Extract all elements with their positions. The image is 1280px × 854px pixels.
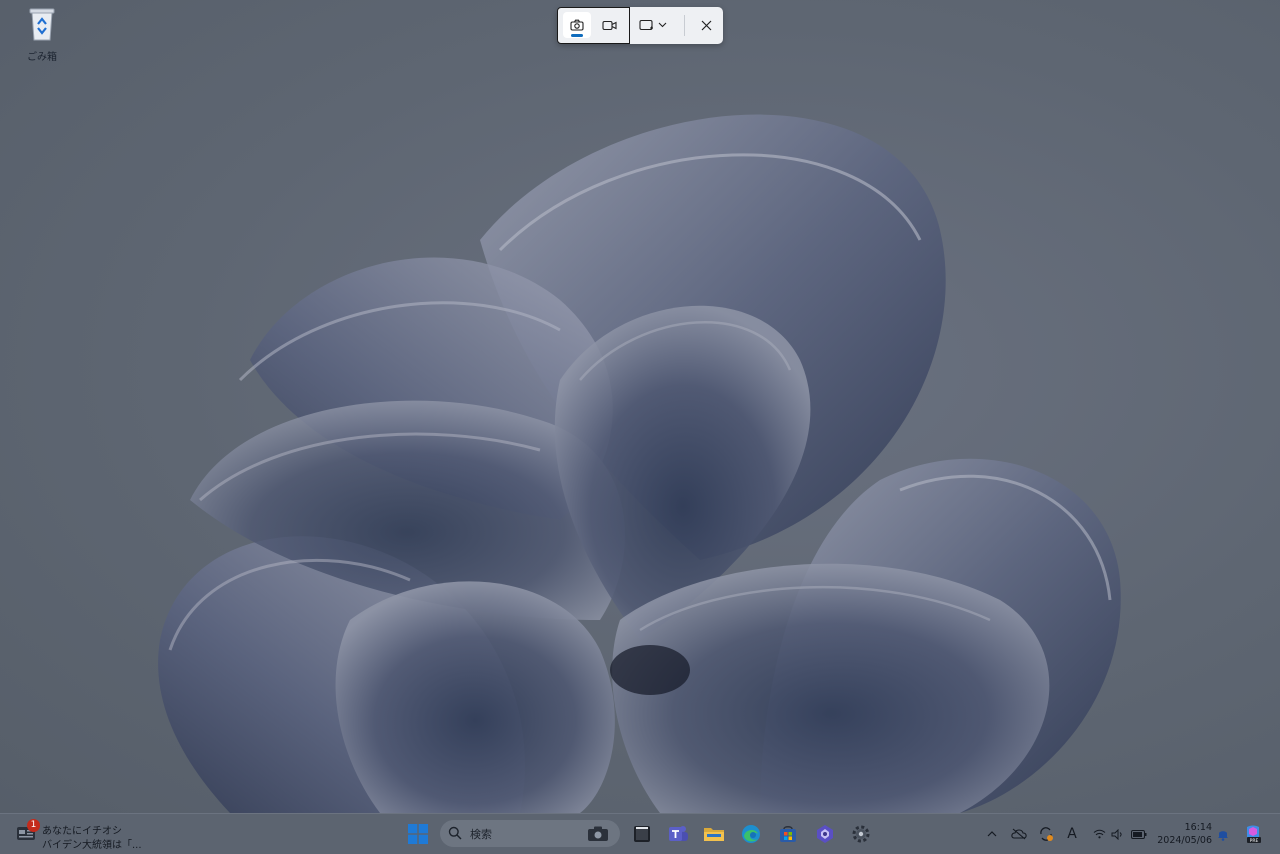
- screenshot-mode-button[interactable]: [563, 12, 591, 38]
- sync-tray-icon[interactable]: [1037, 824, 1055, 844]
- desktop: ごみ箱: [0, 0, 1280, 813]
- camera-icon: [570, 19, 584, 31]
- search-highlight-camera-icon: [588, 826, 608, 841]
- start-button[interactable]: [404, 820, 432, 848]
- snip-shape-dropdown[interactable]: [637, 12, 669, 38]
- close-button[interactable]: [693, 12, 719, 38]
- taskbar-app-file-explorer[interactable]: [700, 820, 728, 848]
- onedrive-icon: [1011, 828, 1027, 840]
- chevron-up-icon: [987, 831, 997, 837]
- taskbar-app-copilot[interactable]: [811, 820, 839, 848]
- taskbar-app-settings[interactable]: [847, 820, 875, 848]
- speaker-icon: [1111, 828, 1122, 840]
- widgets-button[interactable]: 1 あなたにイチオシ バイデン大統領は「...: [14, 819, 142, 851]
- wifi-tray-icon[interactable]: [1092, 824, 1106, 844]
- taskbar-app-teams[interactable]: [664, 820, 692, 848]
- copilot-preview-icon: PRE: [1247, 825, 1261, 844]
- ime-indicator[interactable]: A: [1064, 824, 1080, 844]
- recycle-bin-icon: [29, 8, 55, 41]
- taskbar-search-box[interactable]: 検索: [440, 820, 620, 847]
- chevron-down-icon: [658, 22, 667, 28]
- widget-headline: バイデン大統領は「...: [42, 840, 142, 851]
- clock-time: 16:14: [1184, 822, 1212, 833]
- bell-icon: [1218, 830, 1228, 841]
- taskbar-app-terminal[interactable]: [628, 820, 656, 848]
- desktop-icon-recycle-bin[interactable]: ごみ箱: [20, 6, 64, 63]
- desktop-icon-label: ごみ箱: [27, 52, 57, 63]
- gear-icon: [852, 825, 870, 843]
- onedrive-tray-icon[interactable]: [1010, 824, 1028, 844]
- toolbar-divider: [684, 15, 685, 36]
- folder-icon: [704, 828, 724, 841]
- taskbar-clock[interactable]: 16:14 2024/05/06: [1152, 821, 1212, 847]
- selected-indicator: [571, 34, 583, 37]
- windows-logo-icon: [408, 824, 428, 844]
- ime-label: A: [1067, 826, 1077, 842]
- copilot-tray-button[interactable]: PRE: [1242, 823, 1264, 845]
- taskbar: 1 あなたにイチオシ バイデン大統領は「... 検索 A 16:14 2024/…: [0, 813, 1280, 854]
- search-placeholder: 検索: [470, 828, 492, 841]
- battery-tray-icon[interactable]: [1130, 824, 1148, 844]
- notification-center-button[interactable]: [1215, 824, 1231, 844]
- edge-browser-icon: [742, 825, 760, 843]
- wifi-icon: [1093, 829, 1105, 839]
- copilot-pre-label: PRE: [1250, 838, 1259, 844]
- sync-icon: [1040, 827, 1053, 841]
- show-hidden-icons-button[interactable]: [985, 824, 999, 844]
- battery-icon: [1131, 829, 1147, 839]
- snipping-toolbar: [557, 7, 723, 44]
- taskbar-app-edge[interactable]: [737, 820, 765, 848]
- widget-title: あなたにイチオシ: [42, 826, 122, 837]
- terminal-icon: [634, 826, 650, 842]
- copilot-icon: [817, 825, 833, 843]
- rectangle-snip-icon: [639, 19, 653, 31]
- teams-icon: [669, 826, 688, 841]
- search-icon: [448, 826, 462, 840]
- video-camera-icon: [601, 20, 617, 30]
- taskbar-app-store[interactable]: [774, 820, 802, 848]
- close-icon: [701, 20, 711, 30]
- wallpaper-bloom-image: [158, 114, 1121, 813]
- clock-date: 2024/05/06: [1157, 835, 1212, 846]
- notification-badge: 1: [27, 819, 40, 832]
- volume-tray-icon[interactable]: [1110, 824, 1124, 844]
- store-icon: [780, 826, 796, 842]
- record-mode-button[interactable]: [595, 12, 623, 38]
